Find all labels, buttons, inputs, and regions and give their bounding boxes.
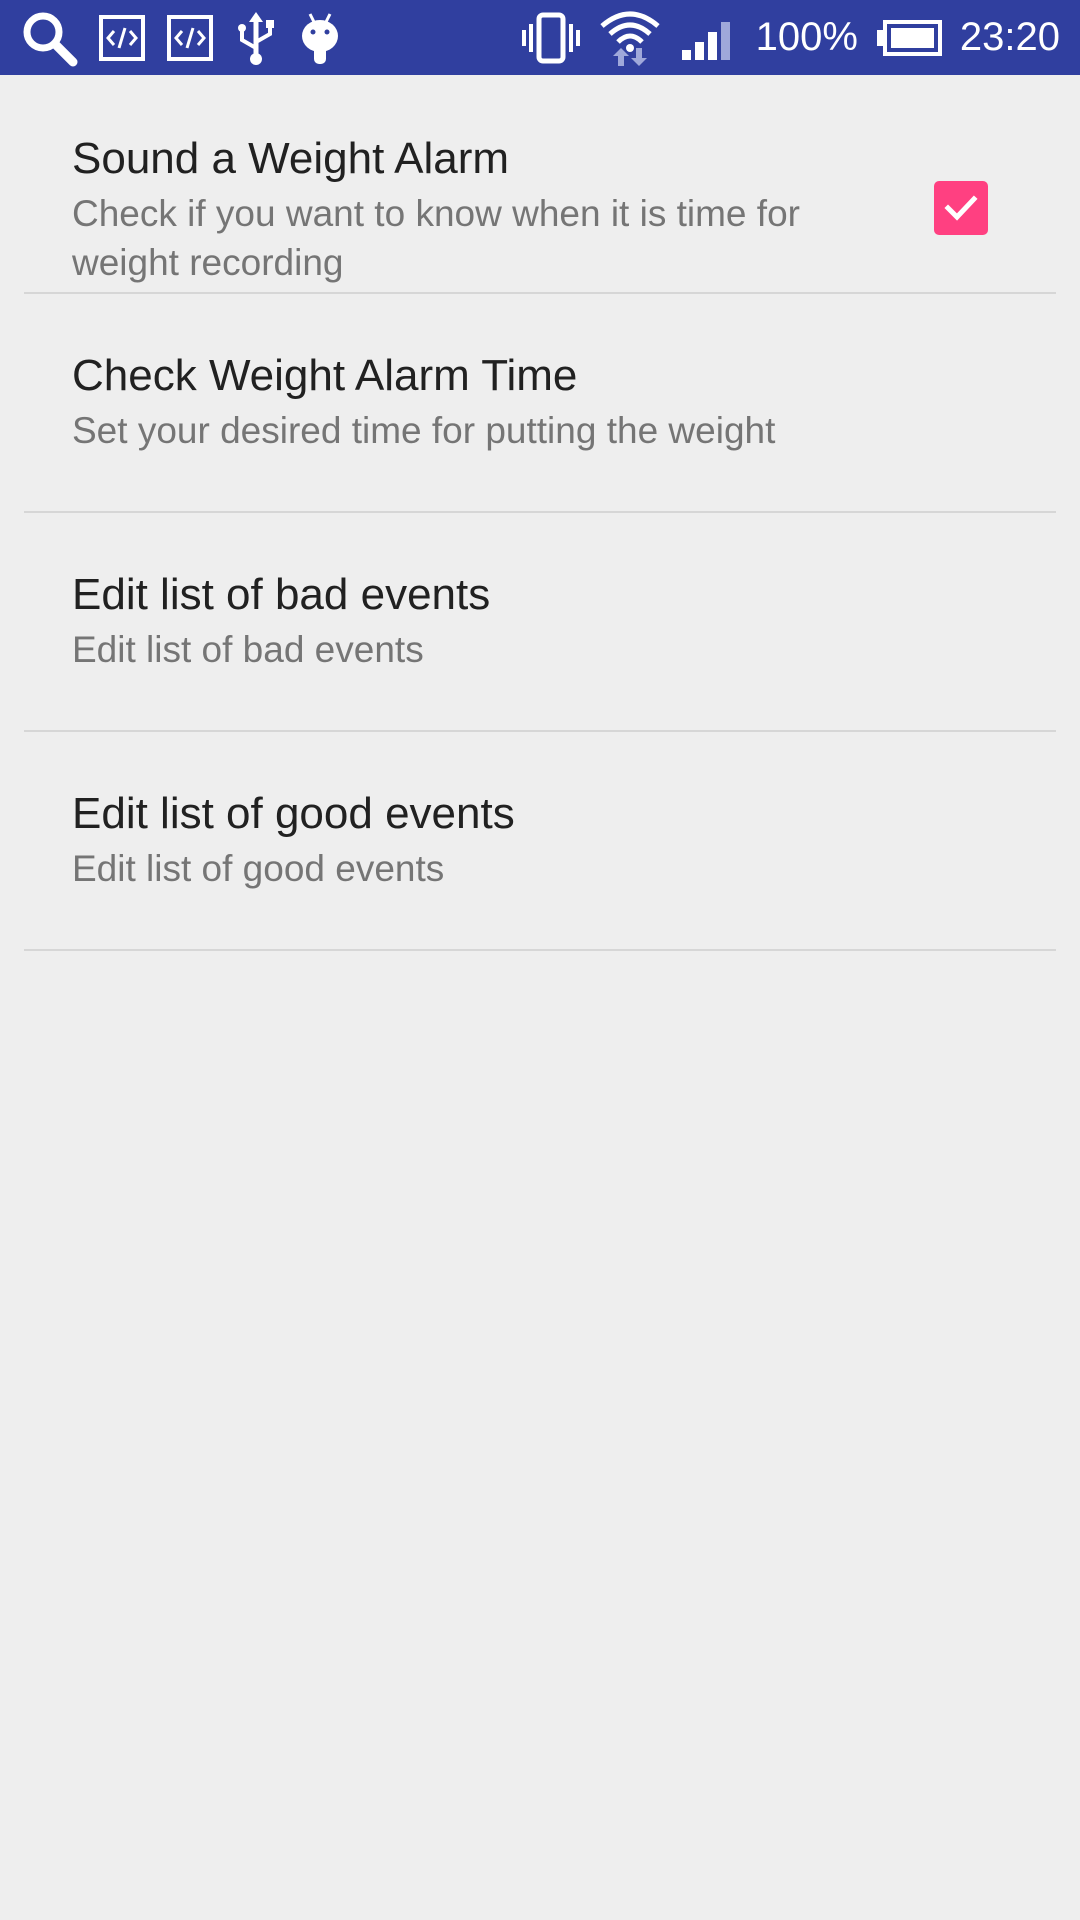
sound-alarm-checkbox[interactable] [934,181,988,235]
system-status: 100% 23:20 [504,0,1060,75]
code-icon [98,14,146,62]
pref-check-alarm-time[interactable]: Check Weight Alarm Time Set your desired… [24,294,1056,513]
notification-icons [20,0,362,75]
battery-percent: 100% [755,15,858,59]
pref-edit-good-events[interactable]: Edit list of good events Edit list of go… [24,732,1056,951]
search-icon [20,9,78,67]
pref-title: Edit list of good events [72,789,515,838]
pref-summary: Edit list of bad events [72,629,424,670]
android-icon [298,10,342,66]
pref-summary: Check if you want to know when it is tim… [72,193,800,283]
pref-sound-weight-alarm[interactable]: Sound a Weight Alarm Check if you want t… [24,75,1056,294]
preferences-list: Sound a Weight Alarm Check if you want t… [0,75,1080,951]
battery-icon [876,19,942,56]
pref-title: Edit list of bad events [72,570,491,619]
code-icon [166,14,214,62]
status-bar: 100% 23:20 [0,0,1080,75]
pref-summary: Set your desired time for putting the we… [72,410,776,451]
pref-title: Sound a Weight Alarm [72,134,509,183]
usb-icon [234,10,278,66]
wifi-icon [598,8,662,68]
signal-icon [680,14,738,62]
vibrate-icon [521,12,580,64]
pref-title: Check Weight Alarm Time [72,351,578,400]
clock: 23:20 [959,15,1060,59]
pref-summary: Edit list of good events [72,848,445,889]
pref-edit-bad-events[interactable]: Edit list of bad events Edit list of bad… [24,513,1056,732]
checkmark-icon [944,195,978,221]
